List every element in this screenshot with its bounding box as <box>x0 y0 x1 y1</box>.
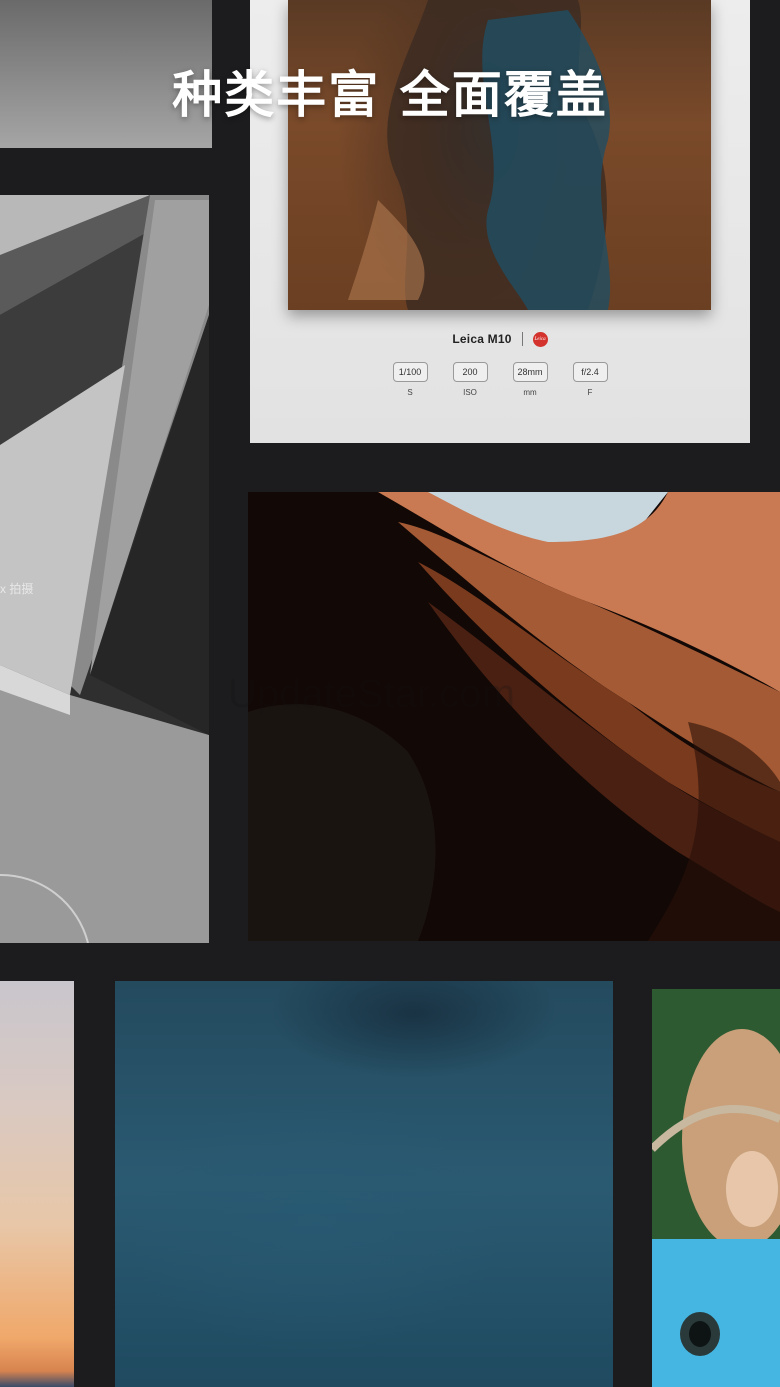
fabric-portrait-photo <box>348 0 611 310</box>
param-value: 200 <box>452 362 488 382</box>
page-headline: 种类丰富 全面覆盖 <box>172 65 608 124</box>
param-value: 1/100 <box>392 362 428 382</box>
param-shutter: 1/100 S <box>392 362 429 397</box>
param-unit: S <box>407 388 413 397</box>
exif-params: 1/100 S 200 ISO 28mm mm f/2.4 F <box>250 362 750 397</box>
param-iso: 200 ISO <box>452 362 489 397</box>
photo-tile-water[interactable] <box>115 981 613 1387</box>
photo-tile-architecture[interactable] <box>0 195 209 943</box>
architecture-photo <box>0 195 209 943</box>
card-camera-row: Leica M10 Leica <box>250 329 750 349</box>
camera-model: Leica M10 <box>452 332 512 346</box>
leica-logo-icon: Leica <box>532 331 548 347</box>
architecture-caption: x 拍摄 <box>0 582 34 596</box>
param-focal: 28mm mm <box>512 362 549 397</box>
param-value: 28mm <box>512 362 548 382</box>
param-value: f/2.4 <box>572 362 608 382</box>
param-unit: F <box>587 388 593 397</box>
camera-divider <box>521 332 523 346</box>
param-unit: ISO <box>463 388 477 397</box>
card-photo-portrait <box>288 0 711 310</box>
portrait-photo <box>652 989 780 1387</box>
watermark-text: UpdateStar.com <box>228 672 515 716</box>
photo-tile-portrait[interactable] <box>652 989 780 1387</box>
photo-tile-sunset[interactable] <box>0 981 74 1387</box>
param-unit: mm <box>523 388 537 397</box>
param-aperture: f/2.4 F <box>572 362 609 397</box>
